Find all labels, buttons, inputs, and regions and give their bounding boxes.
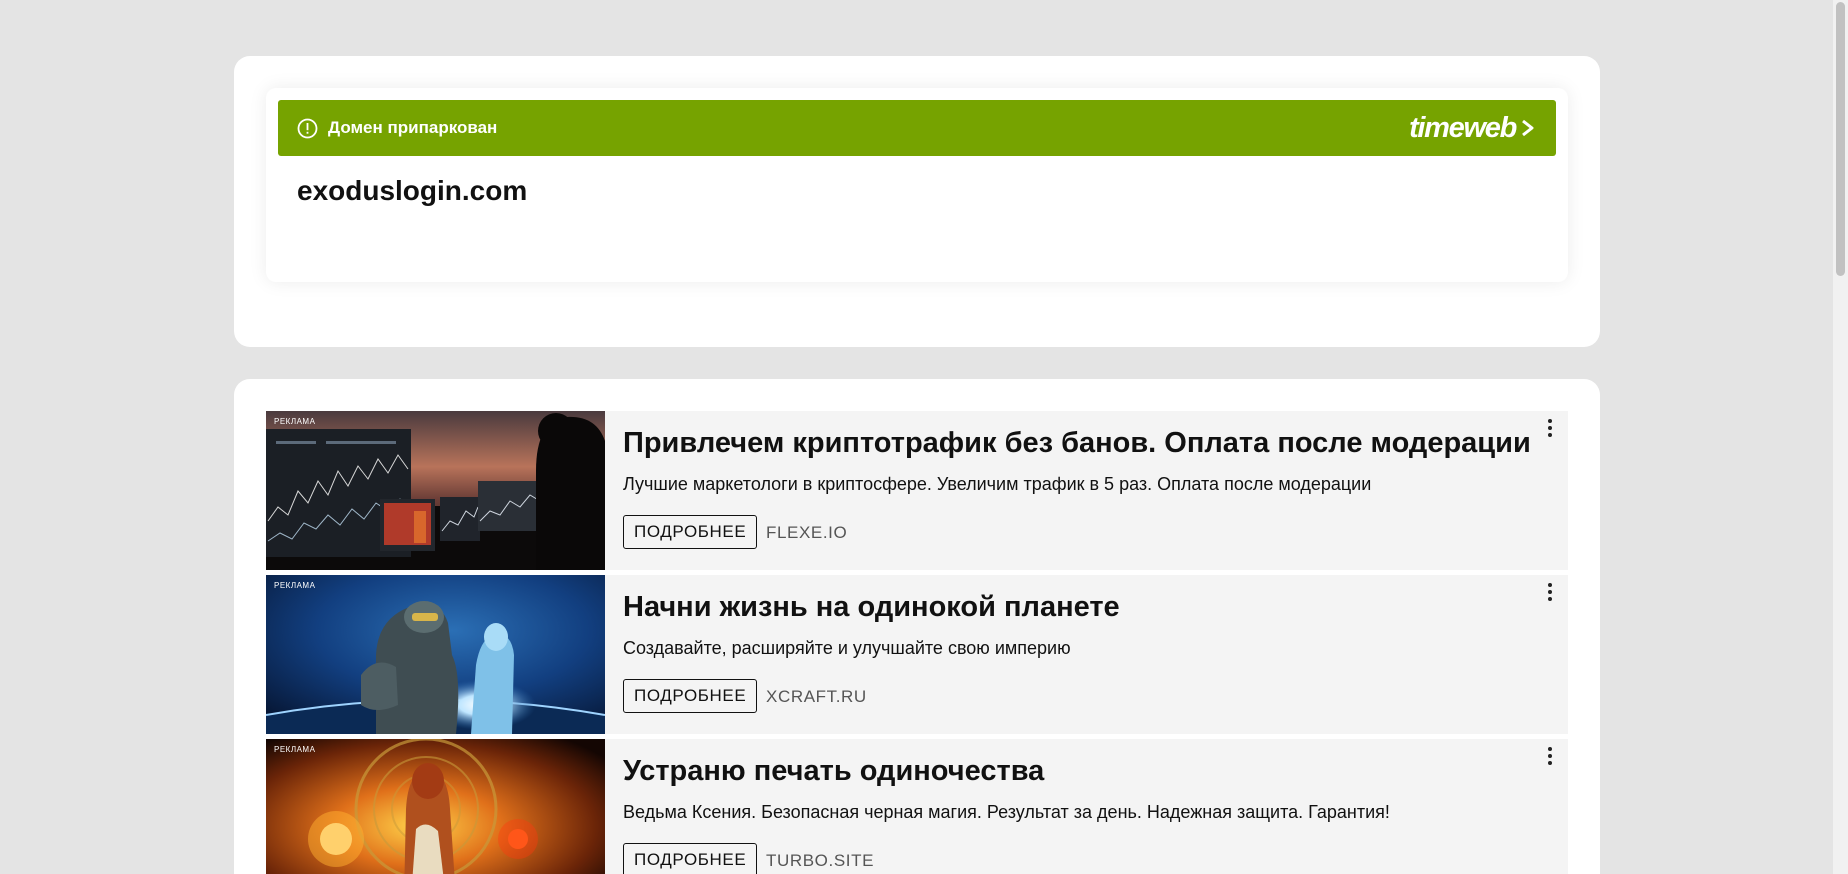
ad-site[interactable]: TURBO.SITE bbox=[766, 851, 874, 871]
ad-image[interactable]: РЕКЛАМА bbox=[266, 739, 605, 874]
alert-circle-icon bbox=[297, 118, 318, 138]
ad-badge: РЕКЛАМА bbox=[274, 745, 316, 754]
chevron-right-icon bbox=[1522, 119, 1534, 137]
ad-body: Устраню печать одиночества Ведьма Ксения… bbox=[605, 739, 1568, 874]
ad-item[interactable]: РЕКЛАМА Привлечем криптотрафик без банов… bbox=[266, 411, 1568, 570]
ad-item[interactable]: РЕКЛАМА Устраню печать одиночества Ведьм… bbox=[266, 739, 1568, 874]
ad-description: Лучшие маркетологи в криптосфере. Увелич… bbox=[623, 474, 1372, 494]
banner-text: Домен припаркован bbox=[328, 118, 498, 137]
parked-banner: Домен припаркован timeweb bbox=[278, 100, 1556, 156]
banner-left: Домен припаркован bbox=[297, 118, 497, 139]
ad-body: Начни жизнь на одинокой планете Создавай… bbox=[605, 575, 1568, 734]
ad-title[interactable]: Начни жизнь на одинокой планете bbox=[623, 591, 1120, 624]
space-soldier-image bbox=[266, 575, 605, 734]
ad-site[interactable]: XCRAFT.RU bbox=[766, 687, 867, 707]
witch-fire-image bbox=[266, 739, 605, 874]
ad-site[interactable]: FLEXE.IO bbox=[766, 523, 847, 543]
ad-title[interactable]: Привлечем криптотрафик без банов. Оплата… bbox=[623, 427, 1531, 460]
ad-body: Привлечем криптотрафик без банов. Оплата… bbox=[605, 411, 1568, 570]
brand-name: timeweb bbox=[1409, 111, 1517, 144]
parked-domain-panel: Домен припаркован timeweb exoduslogin.co… bbox=[266, 88, 1568, 282]
ad-more-button[interactable]: ПОДРОБНЕЕ bbox=[623, 679, 758, 713]
ad-badge: РЕКЛАМА bbox=[274, 581, 316, 590]
ad-image[interactable]: РЕКЛАМА bbox=[266, 575, 605, 734]
page-scrollbar[interactable] bbox=[1833, 0, 1848, 874]
page: Домен припаркован timeweb exoduslogin.co… bbox=[0, 0, 1848, 874]
trading-monitors-image bbox=[266, 411, 605, 570]
ad-badge: РЕКЛАМА bbox=[274, 417, 316, 426]
ad-more-button[interactable]: ПОДРОБНЕЕ bbox=[623, 515, 758, 549]
ad-description: Создавайте, расширяйте и улучшайте свою … bbox=[623, 638, 1071, 658]
ad-item[interactable]: РЕКЛАМА Начни жизнь на одинокой планете … bbox=[266, 575, 1568, 734]
ad-more-button[interactable]: ПОДРОБНЕЕ bbox=[623, 843, 758, 874]
more-vertical-icon[interactable] bbox=[1542, 745, 1558, 767]
scrollbar-thumb[interactable] bbox=[1836, 2, 1845, 276]
domain-title: exoduslogin.com bbox=[297, 175, 528, 206]
ad-image[interactable]: РЕКЛАМА bbox=[266, 411, 605, 570]
ads-card: РЕКЛАМА Привлечем криптотрафик без банов… bbox=[234, 379, 1600, 874]
more-vertical-icon[interactable] bbox=[1542, 417, 1558, 439]
ad-description: Ведьма Ксения. Безопасная черная магия. … bbox=[623, 802, 1390, 822]
timeweb-logo-link[interactable]: timeweb bbox=[1409, 112, 1534, 145]
more-vertical-icon[interactable] bbox=[1542, 581, 1558, 603]
parked-domain-card: Домен припаркован timeweb exoduslogin.co… bbox=[234, 56, 1600, 347]
ad-title[interactable]: Устраню печать одиночества bbox=[623, 755, 1044, 788]
